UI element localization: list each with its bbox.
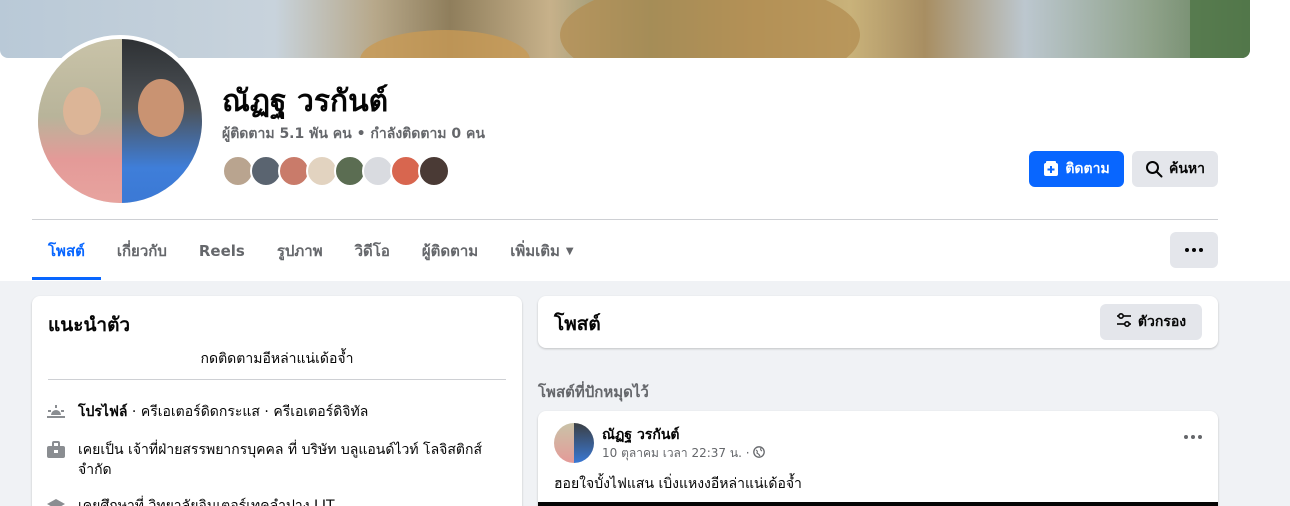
posts-title: โพสต์	[554, 313, 601, 335]
caret-down-icon: ▼	[565, 245, 574, 257]
tab-label: โพสต์	[48, 242, 85, 260]
intro-card: แนะนำตัว กดติดตามอีหล่าแน่เด้อจ้ำ โปรไฟล…	[32, 296, 522, 506]
filter-label: ตัวกรอง	[1137, 314, 1187, 330]
profile-avatar[interactable]	[34, 35, 206, 207]
filter-icon	[1116, 312, 1132, 331]
education-text: เคยศึกษาที่ วิทยาลัยอินเตอร์เทคลำปาง LIT	[78, 498, 335, 506]
follower-avatars[interactable]	[222, 155, 450, 187]
tab-about[interactable]: เกี่ยวกับ	[101, 222, 183, 280]
more-options-button[interactable]	[1170, 232, 1218, 268]
posts-header-card: โพสต์ ตัวกรอง	[538, 296, 1218, 348]
dot-icon	[1192, 248, 1196, 252]
follow-label: ติดตาม	[1065, 161, 1110, 177]
tab-label: Reels	[198, 242, 245, 260]
profile-tabs: โพสต์ เกี่ยวกับ Reels รูปภาพ วิดีโอ ผู้ต…	[32, 222, 590, 280]
header-divider	[32, 219, 1218, 220]
intro-profile-row: โปรไฟล์ · ครีเอเตอร์ดิดกระแส · ครีเอเตอร…	[46, 402, 506, 422]
intro-bio: กดติดตามอีหล่าแน่เด้อจ้ำ	[200, 351, 354, 367]
dot-icon	[1191, 435, 1195, 439]
search-label: ค้นหา	[1168, 161, 1206, 177]
bio-divider	[48, 379, 506, 380]
search-icon	[1145, 160, 1163, 178]
filter-button[interactable]: ตัวกรอง	[1100, 304, 1202, 340]
tab-label: เกี่ยวกับ	[116, 242, 167, 260]
post-options-button[interactable]	[1184, 435, 1202, 439]
pinned-posts-label: โพสต์ที่ปักหมุดไว้	[538, 383, 649, 401]
post-author-name[interactable]: ณัฏฐ วรกันต์	[602, 424, 680, 446]
profile-categories: · ครีเอเตอร์ดิดกระแส · ครีเอเตอร์ดิจิทัล	[131, 404, 369, 420]
tab-posts[interactable]: โพสต์	[32, 222, 101, 280]
tab-label: รูปภาพ	[276, 242, 323, 260]
follower-avatar[interactable]	[418, 155, 450, 187]
intro-title: แนะนำตัว	[48, 314, 131, 336]
post-text: ฮอยใจบั้งไฟแสน เบิ่งแหงงอีหล่าแน่เด้อจ้ำ	[554, 476, 802, 492]
pinned-post: ณัฏฐ วรกันต์ 10 ตุลาคม เวลา 22:37 น. · ฮ…	[538, 411, 1218, 506]
post-meta: 10 ตุลาคม เวลา 22:37 น. ·	[602, 444, 765, 463]
intro-work-row: เคยเป็น เจ้าที่ฝ่ายสรรพยากรบุคคล ที่ บริ…	[46, 440, 506, 480]
tab-videos[interactable]: วิดีโอ	[339, 222, 406, 280]
follow-stats[interactable]: ผู้ติดตาม 5.1 พัน คน • กำลังติดตาม 0 คน	[222, 125, 485, 143]
tab-more[interactable]: เพิ่มเติม ▼	[494, 222, 589, 280]
intro-education-row: เคยศึกษาที่ วิทยาลัยอินเตอร์เทคลำปาง LIT	[46, 496, 506, 506]
post-media[interactable]	[538, 502, 1218, 506]
graduation-cap-icon	[46, 496, 66, 506]
tab-label: เพิ่มเติม	[510, 242, 560, 260]
work-text: เคยเป็น เจ้าที่ฝ่ายสรรพยากรบุคคล ที่ บริ…	[78, 442, 483, 478]
globe-icon	[752, 446, 765, 461]
dot-icon	[1198, 435, 1202, 439]
tab-followers[interactable]: ผู้ติดตาม	[406, 222, 494, 280]
dot-icon	[1185, 248, 1189, 252]
sunrise-icon	[46, 402, 66, 422]
post-author-avatar[interactable]	[554, 423, 594, 463]
dot-icon	[1184, 435, 1188, 439]
briefcase-icon	[46, 440, 66, 460]
follow-icon	[1043, 161, 1059, 177]
search-button[interactable]: ค้นหา	[1132, 151, 1218, 187]
tab-label: ผู้ติดตาม	[421, 242, 479, 260]
tab-label: วิดีโอ	[354, 242, 390, 260]
dot-icon	[1199, 248, 1203, 252]
tab-reels[interactable]: Reels	[183, 222, 261, 280]
tab-photos[interactable]: รูปภาพ	[261, 222, 339, 280]
profile-label: โปรไฟล์	[78, 404, 128, 420]
profile-name: ณัฏฐ วรกันต์	[222, 84, 389, 119]
follow-button[interactable]: ติดตาม	[1029, 151, 1124, 187]
post-timestamp[interactable]: 10 ตุลาคม เวลา 22:37 น. ·	[602, 444, 750, 463]
